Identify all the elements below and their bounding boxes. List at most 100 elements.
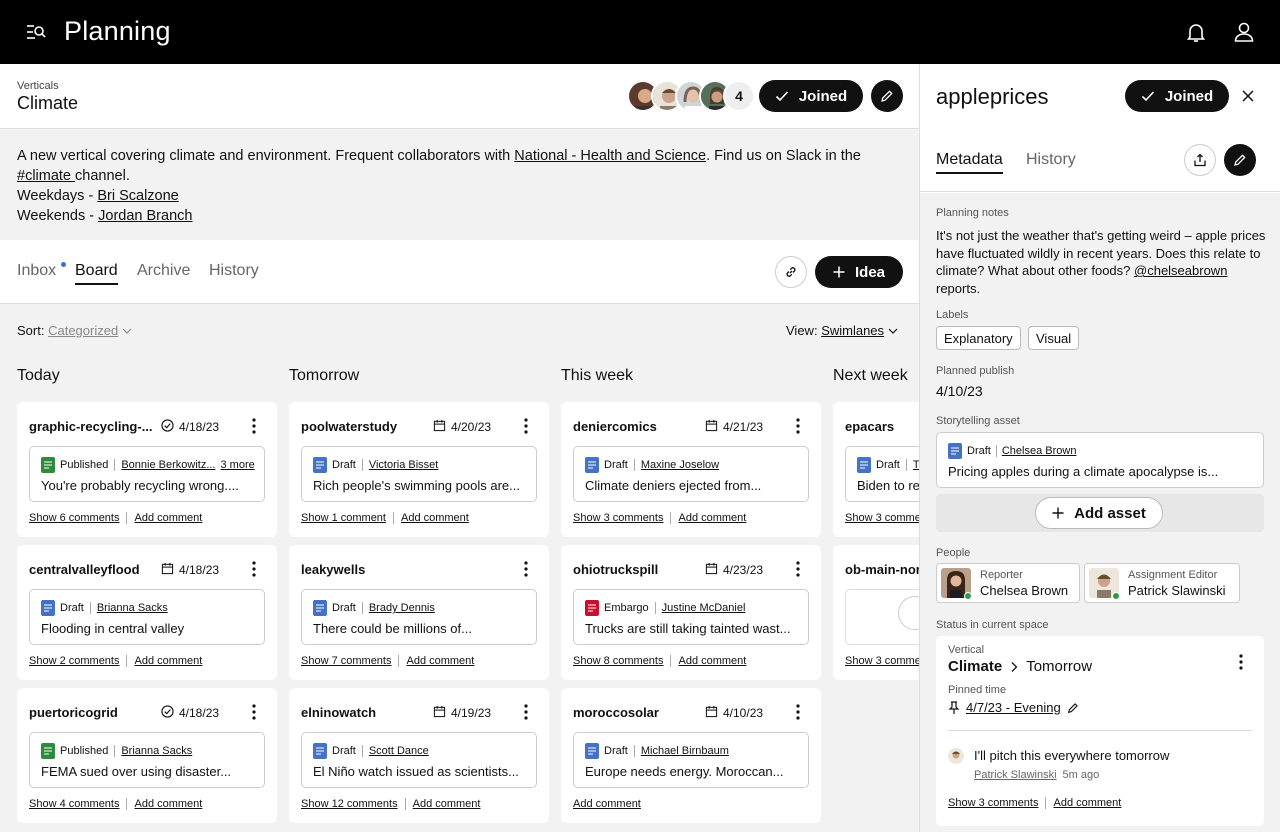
show-comments-link[interactable]: Show 3 comme — [845, 655, 919, 667]
user-profile-icon[interactable] — [1232, 20, 1256, 44]
mention-link[interactable]: @chelseabrown — [1134, 263, 1227, 278]
story-slug[interactable]: leakywells — [301, 562, 431, 577]
story-card[interactable]: deniercomics 4/21/23 Draft Maxine Joselow… — [561, 402, 821, 537]
joined-button[interactable]: Joined — [759, 80, 863, 112]
card-menu-icon[interactable] — [793, 416, 803, 436]
story-slug[interactable]: puertoricogrid — [29, 705, 159, 720]
add-comment-link[interactable]: Add comment — [401, 512, 469, 524]
show-comments-link[interactable]: Show 2 comments — [29, 655, 119, 667]
story-card[interactable]: ob-main-nor Show 3 comme — [833, 545, 919, 680]
card-menu-icon[interactable] — [793, 559, 803, 579]
tab-panel-history[interactable]: History — [1026, 151, 1076, 169]
show-comments-link[interactable]: Show 7 comments — [301, 655, 391, 667]
person-reporter[interactable]: Reporter Chelsea Brown — [936, 563, 1080, 603]
weekdays-contact-link[interactable]: Bri Scalzone — [97, 188, 178, 204]
show-comments-link[interactable]: Show 3 comme — [845, 512, 919, 524]
story-card[interactable]: centralvalleyflood 4/18/23 Draft Brianna … — [17, 545, 277, 680]
author-link[interactable]: Michael Birnbaum — [641, 745, 729, 757]
tab-board[interactable]: Board — [75, 262, 118, 285]
author-link[interactable]: Scott Dance — [369, 745, 429, 757]
add-asset-button[interactable] — [898, 596, 919, 630]
asset-preview[interactable]: Draft Brianna Sacks Flooding in central … — [29, 589, 265, 645]
story-slug[interactable]: centralvalleyflood — [29, 562, 159, 577]
member-avatars[interactable]: 4 — [627, 80, 755, 112]
share-button[interactable] — [1184, 144, 1216, 176]
add-comment-link[interactable]: Add comment — [678, 655, 746, 667]
author-link[interactable]: Victoria Bisset — [369, 459, 439, 471]
storytelling-asset-card[interactable]: Draft Chelsea Brown Pricing apples durin… — [936, 432, 1264, 488]
asset-preview[interactable]: Published Bonnie Berkowitz... 3 more You'… — [29, 446, 265, 502]
add-comment-link[interactable]: Add comment — [134, 798, 202, 810]
weekends-contact-link[interactable]: Jordan Branch — [98, 208, 192, 224]
pinned-time-link[interactable]: 4/7/23 - Evening — [966, 700, 1061, 715]
status-menu-icon[interactable] — [1236, 652, 1246, 672]
tab-inbox[interactable]: Inbox — [17, 262, 56, 280]
add-asset-button[interactable]: Add asset — [1035, 497, 1163, 529]
asset-author-link[interactable]: Chelsea Brown — [1002, 445, 1077, 457]
author-link[interactable]: Maxine Joselow — [641, 459, 719, 471]
story-card[interactable]: poolwaterstudy 4/20/23 Draft Victoria Bis… — [289, 402, 549, 537]
show-comments-link[interactable]: Show 8 comments — [573, 655, 663, 667]
show-comments-link[interactable]: Show 12 comments — [301, 798, 398, 810]
author-link[interactable]: Brady Dennis — [369, 602, 435, 614]
label-chip-visual[interactable]: Visual — [1028, 326, 1080, 350]
add-comment-link[interactable]: Add comment — [134, 512, 202, 524]
menu-search-icon[interactable] — [24, 20, 48, 44]
asset-preview[interactable]: Draft Victoria Bisset Rich people's swim… — [301, 446, 537, 502]
author-link[interactable]: Justine McDaniel — [662, 602, 746, 614]
asset-preview[interactable]: Embargo Justine McDaniel Trucks are stil… — [573, 589, 809, 645]
close-icon[interactable] — [1240, 88, 1256, 104]
collaborator-link[interactable]: National - Health and Science — [514, 148, 706, 164]
story-card[interactable]: leakywells Draft Brady Dennis There coul… — [289, 545, 549, 680]
author-link[interactable]: Brianna Sacks — [121, 745, 192, 757]
add-comment-link[interactable]: Add comment — [678, 512, 746, 524]
story-card[interactable]: moroccosolar 4/10/23 Draft Michael Birnba… — [561, 688, 821, 823]
view-value[interactable]: Swimlanes — [821, 323, 884, 338]
story-card[interactable]: graphic-recycling-... 4/18/23 Published B… — [17, 402, 277, 537]
asset-preview[interactable]: Draft Maxine Joselow Climate deniers eje… — [573, 446, 809, 502]
show-comments-link[interactable]: Show 6 comments — [29, 512, 119, 524]
card-menu-icon[interactable] — [521, 416, 531, 436]
tab-metadata[interactable]: Metadata — [936, 151, 1003, 174]
notifications-bell-icon[interactable] — [1184, 20, 1208, 44]
card-menu-icon[interactable] — [521, 559, 531, 579]
asset-preview[interactable]: Draft Scott Dance El Niño watch issued a… — [301, 732, 537, 788]
story-slug[interactable]: epacars — [845, 419, 919, 434]
edit-vertical-button[interactable] — [871, 80, 903, 112]
card-menu-icon[interactable] — [249, 702, 259, 722]
story-slug[interactable]: ohiotruckspill — [573, 562, 703, 577]
sort-control[interactable]: Sort: Categorized — [17, 323, 132, 338]
slack-channel-link[interactable]: #climate — [17, 168, 75, 184]
story-card[interactable]: elninowatch 4/19/23 Draft Scott Dance El … — [289, 688, 549, 823]
show-comments-link[interactable]: Show 1 comment — [301, 512, 386, 524]
tab-archive[interactable]: Archive — [137, 262, 190, 280]
add-comment-link[interactable]: Add comment — [573, 798, 641, 810]
story-slug[interactable]: ob-main-nor — [845, 562, 919, 577]
author-link[interactable]: Brianna Sacks — [97, 602, 168, 614]
story-slug[interactable]: graphic-recycling-... — [29, 419, 159, 434]
asset-preview[interactable]: Draft Michael Birnbaum Europe needs ener… — [573, 732, 809, 788]
asset-preview[interactable]: Published Brianna Sacks FEMA sued over u… — [29, 732, 265, 788]
asset-preview[interactable]: Draft T Biden to re — [845, 446, 919, 502]
add-comment-link[interactable]: Add comment — [413, 798, 481, 810]
story-slug[interactable]: poolwaterstudy — [301, 419, 431, 434]
show-comments-link[interactable]: Show 3 comments — [948, 797, 1038, 809]
sort-value[interactable]: Categorized — [48, 323, 118, 338]
person-assignment-editor[interactable]: Assignment Editor Patrick Slawinski — [1084, 563, 1240, 603]
view-control[interactable]: View: Swimlanes — [786, 323, 898, 338]
new-idea-button[interactable]: Idea — [815, 256, 903, 288]
asset-preview[interactable]: Draft Brady Dennis There could be millio… — [301, 589, 537, 645]
story-joined-button[interactable]: Joined — [1125, 80, 1229, 112]
card-menu-icon[interactable] — [793, 702, 803, 722]
copy-link-button[interactable] — [775, 256, 807, 288]
status-value[interactable]: Tomorrow — [1026, 658, 1092, 675]
card-menu-icon[interactable] — [249, 559, 259, 579]
add-comment-link[interactable]: Add comment — [134, 655, 202, 667]
story-slug[interactable]: moroccosolar — [573, 705, 703, 720]
more-authors-link[interactable]: 3 more — [220, 459, 254, 471]
tab-history[interactable]: History — [209, 262, 259, 280]
card-menu-icon[interactable] — [249, 416, 259, 436]
edit-story-button[interactable] — [1224, 144, 1256, 176]
pencil-icon[interactable] — [1067, 702, 1079, 714]
story-card[interactable]: puertoricogrid 4/18/23 Published Brianna … — [17, 688, 277, 823]
